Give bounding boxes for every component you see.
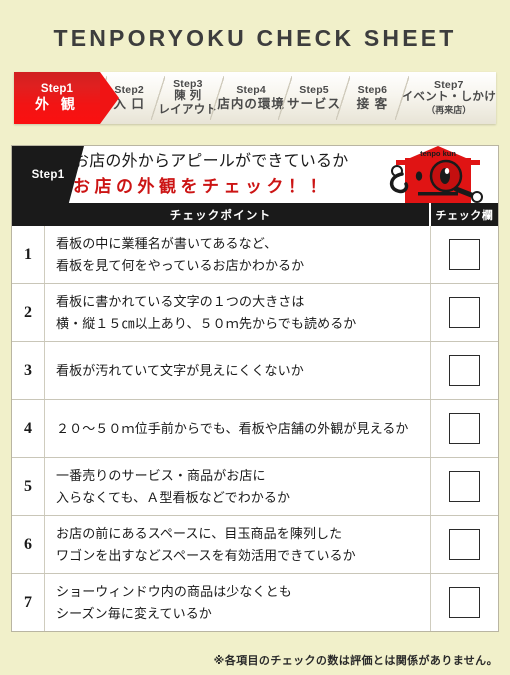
step-tab-label: サービス [287,96,342,111]
checklist-row: 1 看板の中に業種名が書いてあるなど、看板を見て何をやっているお店かわかるか [12,226,498,284]
row-number: 1 [24,245,32,263]
row-number: 5 [24,477,32,495]
row-number: 2 [24,303,32,321]
checkbox[interactable] [449,297,480,328]
row-check-cell[interactable] [430,516,498,573]
step-tab-number: Step6 [357,84,388,97]
row-question-line1: お店の前にあるスペースに、目玉商品を陳列した [56,526,343,542]
row-check-cell[interactable] [430,226,498,283]
banner-subtitle: お店の外からアピールができているか [73,153,349,170]
checkbox[interactable] [449,239,480,270]
step-tab-sublabel: レイアウト [158,103,218,116]
step-tab-3[interactable]: Step3 陳 列レイアウト [151,72,218,124]
row-question-text: 一番売りのサービス・商品がお店に入らなくても、Ａ型看板などでわかるか [44,458,430,515]
mascot-tenpo-kun-icon: tenpo kun [380,146,498,203]
mascot-label: tenpo kun [420,149,456,158]
row-question-line2: 入らなくても、Ａ型看板などでわかるか [56,489,291,505]
row-check-cell[interactable] [430,400,498,457]
checkbox[interactable] [449,413,480,444]
checkbox[interactable] [449,529,480,560]
row-check-cell[interactable] [430,284,498,341]
row-question-line1: 一番売りのサービス・商品がお店に [56,468,266,484]
checklist-row: 3 看板が汚れていて文字が見えにくくないか [12,342,498,400]
step-tab-number: Step7 [434,79,464,92]
row-check-cell[interactable] [430,574,498,631]
step-tab-label: 接 客 [356,96,389,111]
row-question-text: ２０〜５０ｍ位手前からでも、看板や店舗の外観が見えるか [44,400,430,457]
checklist-row: 6 お店の前にあるスペースに、目玉商品を陳列した ワゴンを出すなどスペースを有効活用… [12,516,498,574]
row-question-line1: 看板に書かれている文字の１つの大きさは [56,294,305,310]
row-question-text: 看板が汚れていて文字が見えにくくないか [44,342,430,399]
check-sheet-card: Step1 お店の外からアピールができているか お店の外観をチェック！！ ten… [11,145,499,632]
checkbox[interactable] [449,471,480,502]
step-tab-sublabel: （再来店） [426,105,472,116]
row-question-line1: ショーウィンドウ内の商品は少なくとも [56,584,292,600]
row-check-cell[interactable] [430,342,498,399]
checklist-row: 2 看板に書かれている文字の１つの大きさは横・縦１５㎝以上あり、５０ｍ先からでも読… [12,284,498,342]
row-question-text: 看板の中に業種名が書いてあるなど、看板を見て何をやっているお店かわかるか [44,226,430,283]
row-number: 7 [24,593,32,611]
row-question-line2: ワゴンを出すなどスペースを有効活用できているか [56,547,356,563]
column-header-check: チェック欄 [435,209,494,222]
step-navigation: Step1 外 観 Step2 入 口 Step3 陳 列レイアウト Step4 店内の環境 S… [14,72,496,124]
step-tab-label: 陳 列 [174,89,202,102]
step-tab-5[interactable]: Step5 サービス [277,72,343,124]
checklist-row: 4 ２０〜５０ｍ位手前からでも、看板や店舗の外観が見えるか [12,400,498,458]
step-tab-6[interactable]: Step6 接 客 [336,72,401,124]
step-tab-label: イベント・しかけ [401,91,496,104]
checklist-row: 7 ショーウィンドウ内の商品は少なくとも シーズン毎に変えているか [12,574,498,631]
step-tab-label: 外 観 [35,96,79,113]
section-banner: Step1 お店の外からアピールができているか お店の外観をチェック！！ ten… [12,146,498,203]
checklist-row: 5 一番売りのサービス・商品がお店に入らなくても、Ａ型看板などでわかるか [12,458,498,516]
row-number: 3 [24,361,32,379]
step-tab-4[interactable]: Step4 店内の環境 [210,72,285,124]
step-tab-number: Step4 [236,84,266,97]
checklist-rows: 1 看板の中に業種名が書いてあるなど、看板を見て何をやっているお店かわかるか 2 看板… [12,226,498,631]
row-question-line1: ２０〜５０ｍ位手前からでも、看板や店舗の外観が見えるか [56,420,409,436]
row-question-line2: 看板を見て何をやっているお店かわかるか [56,257,305,273]
row-question-line1: 看板の中に業種名が書いてあるなど、 [56,236,278,252]
row-question-line1: 看板が汚れていて文字が見えにくくないか [56,362,304,378]
step-tab-1[interactable]: Step1 外 観 [14,72,119,124]
row-question-line2: 横・縦１５㎝以上あり、５０ｍ先からでも読めるか [56,315,357,331]
step-tab-label: 店内の環境 [217,96,285,111]
row-question-text: お店の前にあるスペースに、目玉商品を陳列した ワゴンを出すなどスペースを有効活用で… [44,516,430,573]
footer-note: ※各項目のチェックの数は評価とは関係がありません。 [213,655,498,667]
step-tab-number: Step1 [40,82,74,95]
row-check-cell[interactable] [430,458,498,515]
row-number: 6 [24,535,32,553]
row-question-text: ショーウィンドウ内の商品は少なくとも シーズン毎に変えているか [44,574,430,631]
table-column-header: チェックポイント チェック欄 [12,203,498,226]
banner-text-block: お店の外からアピールができているか お店の外観をチェック！！ [73,149,380,199]
page-title: TENPORYOKU CHECK SHEET [53,25,457,51]
step-tab-7[interactable]: Step7 イベント・しかけ （再来店） [394,72,496,124]
checkbox[interactable] [449,587,480,618]
row-number: 4 [24,419,32,437]
step-tab-number: Step3 [173,77,203,90]
checkbox[interactable] [449,355,480,386]
row-question-line2: シーズン毎に変えているか [56,605,212,621]
row-question-text: 看板に書かれている文字の１つの大きさは横・縦１５㎝以上あり、５０ｍ先からでも読め… [44,284,430,341]
banner-headline: お店の外観をチェック！！ [73,176,331,196]
column-header-checkpoint: チェックポイント [169,209,272,222]
step-tab-number: Step5 [299,84,329,97]
